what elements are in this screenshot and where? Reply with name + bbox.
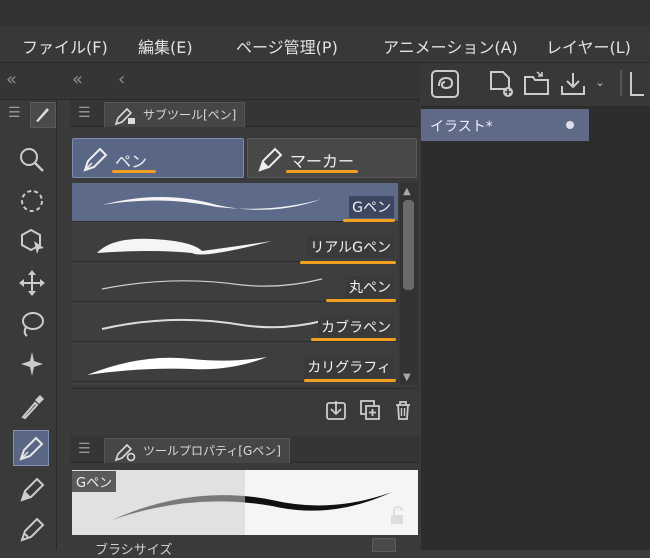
- toolprop-drag-handle-icon[interactable]: ☰: [78, 441, 91, 457]
- app-logo-button[interactable]: [428, 68, 462, 100]
- maru-pen-underline: [326, 299, 396, 302]
- group-pen-label: ペン: [115, 152, 148, 171]
- clip-studio-logo-icon: [431, 70, 459, 98]
- brush-item-kabura-pen[interactable]: カブラペン: [72, 303, 398, 342]
- undo-partial-icon[interactable]: [630, 72, 644, 96]
- menu-file[interactable]: ファイル(F): [22, 34, 108, 58]
- canvas-tab-label: イラスト*: [430, 119, 493, 135]
- pen-icon: [19, 436, 44, 461]
- collapse-left-icon[interactable]: «: [6, 69, 17, 90]
- zoom-icon: [20, 148, 44, 172]
- real-g-pen-underline: [300, 261, 396, 264]
- save-button[interactable]: [556, 68, 590, 100]
- scroll-down-icon[interactable]: ▼: [403, 372, 411, 383]
- lasso-tool[interactable]: [15, 307, 49, 341]
- eyedropper-icon: [21, 395, 44, 420]
- menu-edit[interactable]: 編集(E): [138, 34, 193, 58]
- eyedropper-tool[interactable]: [15, 389, 49, 423]
- kabura-pen-stroke-icon: [101, 318, 323, 330]
- calligraphy-underline: [304, 379, 396, 382]
- subtool-drag-handle-icon[interactable]: ☰: [78, 105, 91, 121]
- move-tool[interactable]: [15, 266, 49, 300]
- subtool-panel-header: ☰ サブツール[ペン]: [70, 100, 420, 127]
- import-subtool-icon[interactable]: [325, 399, 347, 421]
- tool-property-tab[interactable]: ツールプロパティ[Gペン]: [104, 438, 290, 463]
- new-file-icon: [490, 71, 513, 97]
- brush-item-g-pen[interactable]: Gペン: [72, 183, 398, 222]
- delete-subtool-icon[interactable]: [392, 399, 414, 421]
- brush-icon: [20, 517, 45, 542]
- panel-dock-bar: « « ‹: [0, 63, 420, 100]
- brush-name: 丸ペン: [346, 276, 394, 298]
- scroll-up-icon[interactable]: ▲: [403, 186, 411, 197]
- group-pen-button[interactable]: ペン: [72, 138, 244, 178]
- pencil-tool[interactable]: [15, 472, 49, 506]
- menu-layer[interactable]: レイヤー(L): [546, 34, 631, 58]
- brush-item-real-g-pen[interactable]: リアルGペン: [72, 223, 398, 262]
- unsaved-dot-icon: [566, 121, 574, 129]
- marker-group-icon: [258, 147, 283, 172]
- toolprop-tab-label: ツールプロパティ[Gペン]: [143, 444, 281, 458]
- tool-property-header: ☰ ツールプロパティ[Gペン]: [70, 436, 420, 463]
- g-pen-stroke-icon: [102, 197, 322, 210]
- brush-name: カブラペン: [318, 316, 394, 338]
- collapse-mid-icon[interactable]: «: [72, 69, 83, 90]
- calligraphy-stroke-icon: [87, 357, 267, 375]
- pencil-icon: [20, 477, 45, 502]
- brush-name: リアルGペン: [307, 236, 394, 258]
- tool-palette-tab[interactable]: [30, 102, 56, 128]
- drag-handle-icon[interactable]: ☰: [8, 105, 21, 121]
- brush-name: Gペン: [349, 196, 394, 218]
- subtool-tab-label: サブツール[ペン]: [143, 108, 237, 122]
- real-g-pen-stroke-icon: [97, 238, 272, 255]
- pen-tool[interactable]: [13, 430, 49, 466]
- g-pen-underline: [343, 219, 395, 222]
- back-chevron-icon[interactable]: ‹: [118, 69, 125, 90]
- marker-underline: [286, 170, 358, 173]
- zoom-tool[interactable]: [15, 143, 49, 177]
- scrollbar-thumb[interactable]: [403, 200, 414, 290]
- brush-tool[interactable]: [15, 512, 49, 546]
- unlock-icon[interactable]: [388, 506, 408, 526]
- tool-palette: ☰: [0, 100, 57, 550]
- duplicate-subtool-icon[interactable]: [359, 399, 381, 421]
- subtool-actions: [72, 388, 418, 427]
- subtool-panel-tab[interactable]: サブツール[ペン]: [104, 102, 246, 127]
- toolbar-divider: [620, 70, 622, 96]
- pen-group-icon: [83, 147, 108, 172]
- pen-underline: [112, 170, 156, 173]
- preview-brush-label: Gペン: [72, 471, 117, 492]
- open-folder-icon: [524, 71, 549, 95]
- brush-name: カリグラフィ: [304, 356, 394, 378]
- move-icon: [19, 270, 45, 296]
- brush-list: Gペン リアルGペン 丸ペン カブラペン カリグラフィ: [72, 183, 398, 385]
- auto-select-icon: [21, 352, 43, 376]
- lasso-icon: [22, 312, 44, 337]
- object-select-icon: [21, 228, 44, 254]
- group-marker-label: マーカー: [290, 152, 355, 171]
- pen-tab-icon: [36, 108, 49, 122]
- menu-bar: ファイル(F) 編集(E) ページ管理(P) アニメーション(A) レイヤー(L…: [0, 26, 650, 63]
- canvas-area: [421, 107, 650, 550]
- maru-pen-stroke-icon: [101, 278, 323, 290]
- brush-item-maru-pen[interactable]: 丸ペン: [72, 263, 398, 302]
- open-file-button[interactable]: [520, 68, 554, 100]
- rotate-tool[interactable]: [15, 184, 49, 218]
- menu-page[interactable]: ページ管理(P): [236, 34, 338, 58]
- subtool-pen-icon: [114, 107, 135, 126]
- brush-size-label: ブラシサイズ: [95, 543, 173, 558]
- kabura-pen-underline: [311, 338, 396, 341]
- rotate-icon: [21, 190, 43, 212]
- menu-animation[interactable]: アニメーション(A): [383, 34, 518, 58]
- save-dropdown-chevron-icon[interactable]: ⌄: [595, 75, 605, 89]
- object-select-tool[interactable]: [15, 224, 49, 258]
- new-canvas-button[interactable]: [484, 68, 518, 100]
- auto-select-tool[interactable]: [15, 347, 49, 381]
- title-bar: [0, 0, 650, 26]
- save-download-icon: [561, 73, 585, 95]
- toolprop-pen-gear-icon: [114, 443, 136, 462]
- brush-item-calligraphy[interactable]: カリグラフィ: [72, 343, 398, 382]
